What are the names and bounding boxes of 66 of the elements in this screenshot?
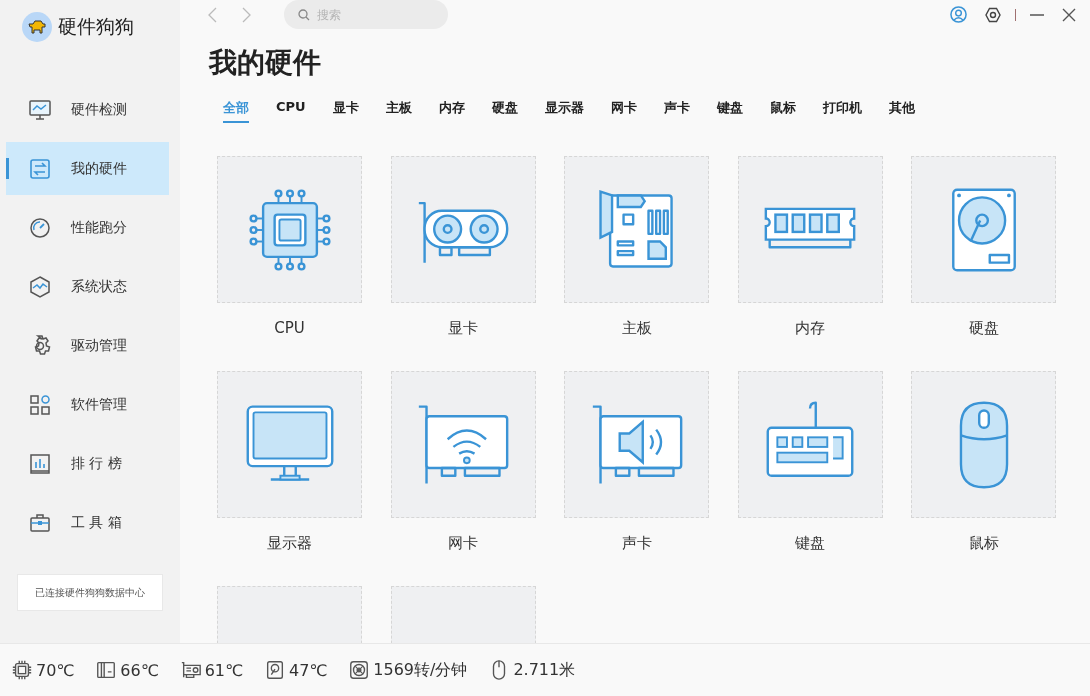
back-icon[interactable] <box>208 6 217 23</box>
page-title: 我的硬件 <box>209 45 322 81</box>
hardware-tile[interactable] <box>217 371 362 518</box>
fan-icon <box>348 659 371 681</box>
hardware-tile[interactable] <box>737 156 883 303</box>
hardware-label: CPU <box>274 319 305 337</box>
forward-icon[interactable] <box>242 6 251 23</box>
app-title: 硬件狗狗 <box>58 14 134 39</box>
hardware-tile[interactable] <box>390 371 536 518</box>
card-icon <box>179 659 202 681</box>
hardware-tile[interactable] <box>390 156 536 303</box>
board-icon <box>95 659 118 681</box>
category-tab[interactable]: 打印机 <box>822 99 862 123</box>
category-tab[interactable]: CPU <box>276 99 306 123</box>
category-tab[interactable]: 显卡 <box>332 99 359 123</box>
hardware-tile[interactable] <box>217 156 362 303</box>
hardware-tile[interactable] <box>564 156 710 303</box>
category-tab[interactable]: 键盘 <box>716 99 743 123</box>
dog-logo-icon <box>22 12 52 42</box>
hardware-label: 硬盘 <box>968 319 999 337</box>
hardware-label: 内存 <box>795 319 826 337</box>
close-icon[interactable] <box>1062 7 1076 22</box>
hardware-label: 主板 <box>621 319 652 337</box>
category-tab[interactable]: 主板 <box>385 99 412 123</box>
monitor-icon <box>28 97 52 122</box>
sensor-reading: 70℃ <box>36 660 75 680</box>
category-tab[interactable]: 其他 <box>888 99 915 123</box>
sensor-reading: 2.711米 <box>513 659 576 681</box>
hardware-label: 显卡 <box>448 319 479 337</box>
hardware-label: 网卡 <box>448 534 479 552</box>
sidebar-item[interactable]: 系统状态 <box>6 260 169 313</box>
hardware-tile[interactable] <box>564 371 710 518</box>
category-tab[interactable]: 网卡 <box>610 99 637 123</box>
sensor-reading: 66℃ <box>120 660 159 680</box>
sidebar-item[interactable]: 驱动管理 <box>6 319 169 372</box>
category-tab[interactable]: 内存 <box>438 99 465 123</box>
hardware-label: 声卡 <box>621 534 652 552</box>
sidebar-item[interactable]: 工 具 箱 <box>6 496 169 549</box>
hardware-tile[interactable] <box>911 156 1057 303</box>
connection-status: 已连接硬件狗狗数据中心 <box>17 574 163 611</box>
sensor-reading: 1569转/分钟 <box>373 659 468 681</box>
grid-icon <box>28 392 52 417</box>
hardware-tile[interactable] <box>911 371 1057 518</box>
gauge-icon <box>28 215 52 240</box>
chip-icon <box>11 659 33 681</box>
sensor-reading: 47℃ <box>289 660 328 680</box>
sidebar-item[interactable]: 软件管理 <box>6 378 169 431</box>
hardware-label: 鼠标 <box>968 534 999 552</box>
category-tab[interactable]: 声卡 <box>663 99 690 123</box>
hardware-label: 显示器 <box>267 534 312 552</box>
sensor-reading: 61℃ <box>204 660 243 680</box>
sidebar-item[interactable]: 硬件检测 <box>6 83 169 136</box>
category-tab[interactable]: 鼠标 <box>769 99 796 123</box>
swap-arrows-icon <box>28 156 52 181</box>
category-tab[interactable]: 显示器 <box>544 99 584 123</box>
settings-icon[interactable] <box>985 6 1001 23</box>
hexagon-wave-icon <box>28 274 52 299</box>
hardware-tile[interactable] <box>737 371 883 518</box>
bar-chart-icon <box>28 451 52 476</box>
sidebar-item[interactable]: 性能跑分 <box>6 201 169 254</box>
user-icon[interactable] <box>950 6 967 23</box>
drive-icon <box>264 659 286 681</box>
sidebar-item[interactable]: 我的硬件 <box>6 142 169 195</box>
sidebar-item[interactable]: 排 行 榜 <box>6 437 169 490</box>
category-tab[interactable]: 硬盘 <box>491 99 518 123</box>
hardware-label: 键盘 <box>795 534 826 552</box>
